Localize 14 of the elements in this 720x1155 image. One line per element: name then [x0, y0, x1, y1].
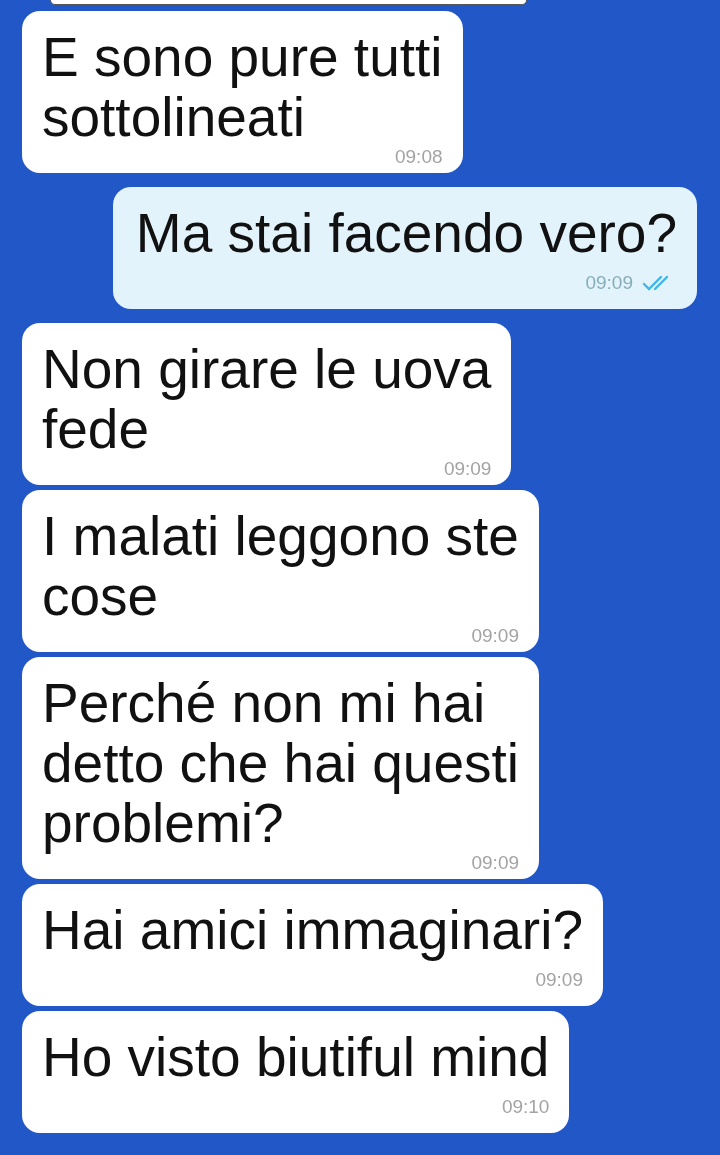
message-time: 09:09 [471, 625, 519, 647]
message-time: 09:10 [501, 1096, 550, 1118]
message-time: 09:09 [535, 969, 583, 991]
message-text: Ma stai facendo vero? [135, 203, 677, 263]
message-text: E sono pure tutti sottolineati [42, 27, 443, 147]
message-text: Hai amici immaginari? [42, 900, 583, 960]
message-text: Ho visto biutiful mind [42, 1027, 550, 1087]
message-text: I malati leggono ste cose [42, 506, 519, 626]
message-time: 09:09 [585, 272, 633, 294]
message-text: Non girare le uova fede [42, 339, 492, 459]
message-time: 09:09 [443, 458, 492, 480]
message-text: Perché non mi hai detto che hai questi problemi? [42, 673, 519, 853]
message-time: 09:09 [471, 852, 519, 874]
message-time: 09:08 [395, 146, 443, 168]
